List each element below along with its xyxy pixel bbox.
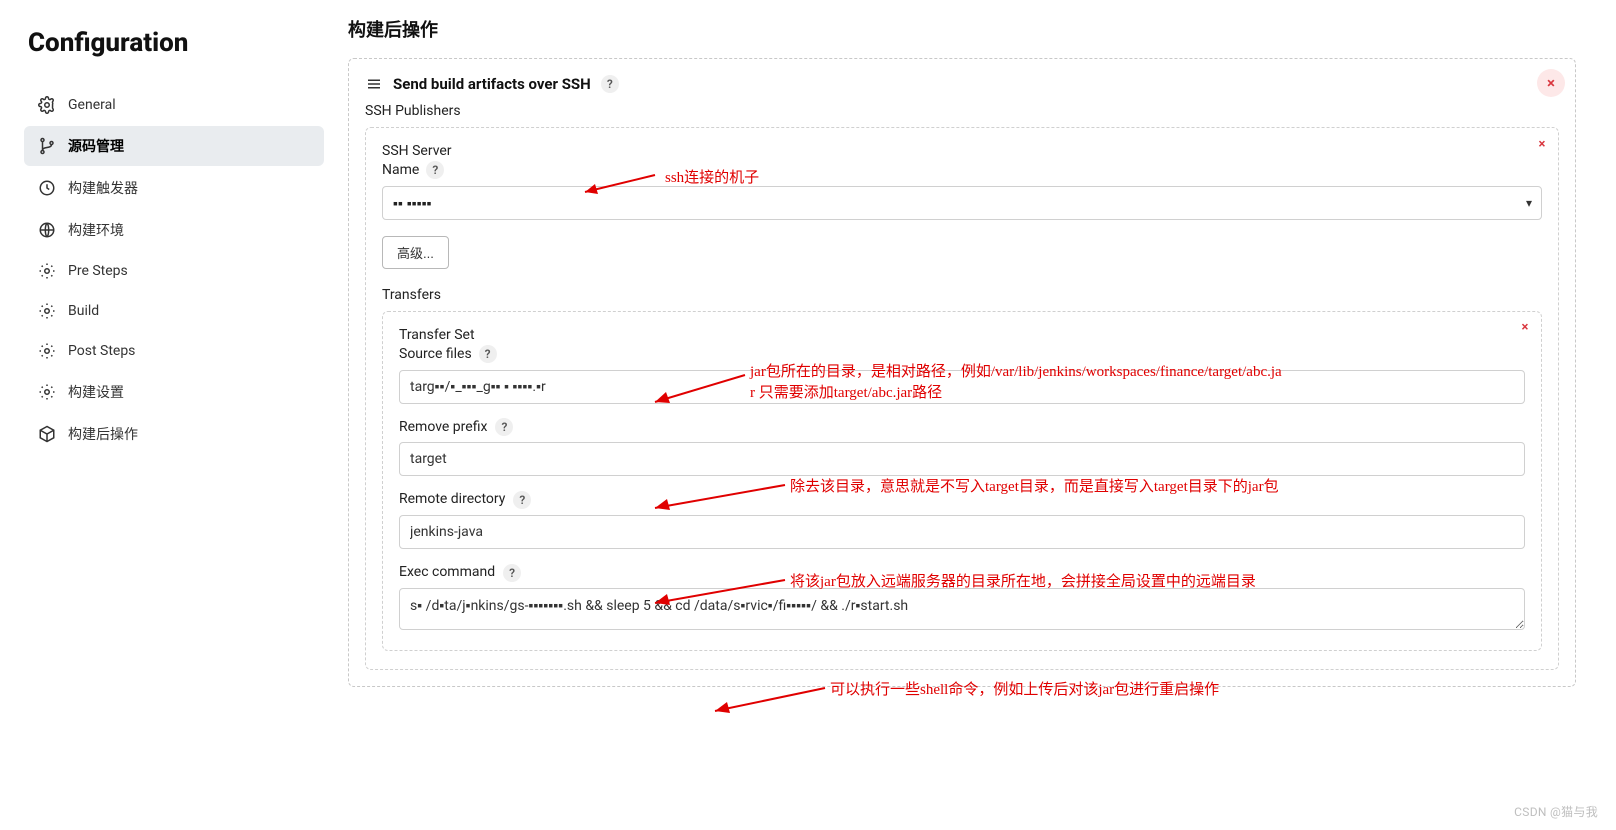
sidebar-item-label: Post Steps — [68, 343, 135, 359]
section-title: 构建后操作 — [348, 16, 1576, 42]
sidebar-item-label: 构建环境 — [68, 220, 124, 240]
sidebar-item-env[interactable]: 构建环境 — [24, 210, 324, 250]
ssh-server-select[interactable]: ▪▪ ▪▪▪▪▪ — [382, 186, 1542, 220]
gear-icon — [38, 342, 56, 360]
ssh-publishers-label: SSH Publishers — [365, 103, 1559, 119]
help-icon[interactable]: ? — [479, 345, 497, 363]
ssh-server-name-label: SSH Server Name ? — [382, 142, 1542, 180]
sidebar-item-label: 构建设置 — [68, 382, 124, 402]
watermark: CSDN @猫与我 — [1514, 803, 1598, 820]
exec-cmd-input[interactable]: s▪ /d▪ta/j▪nkins/gs-▪▪▪▪▪▪▪.sh && sleep … — [399, 588, 1525, 630]
field-label-text: Remove prefix — [399, 418, 487, 437]
main-content: 构建后操作 × Send build artifacts over SSH ? … — [348, 0, 1576, 830]
field-label-text: Exec command — [399, 563, 495, 582]
sidebar-item-label: Build — [68, 303, 99, 319]
help-icon[interactable]: ? — [503, 564, 521, 582]
sidebar-item-general[interactable]: General — [24, 86, 324, 124]
package-icon — [38, 425, 56, 443]
remove-prefix-input[interactable] — [399, 442, 1525, 476]
transfer-set-box: × Transfer Set Source files ? — [382, 311, 1542, 651]
exec-cmd-label: Exec command ? — [399, 563, 1525, 582]
sidebar-item-presteps[interactable]: Pre Steps — [24, 252, 324, 290]
branch-icon — [38, 137, 56, 155]
sidebar-item-label: 源码管理 — [68, 136, 124, 156]
field-label-text: Remote directory — [399, 490, 505, 509]
sidebar-item-source[interactable]: 源码管理 — [24, 126, 324, 166]
remote-dir-label: Remote directory ? — [399, 490, 1525, 509]
sidebar-item-label: 构建后操作 — [68, 424, 138, 444]
help-icon[interactable]: ? — [513, 491, 531, 509]
step-title: Send build artifacts over SSH — [393, 75, 591, 93]
remote-dir-input[interactable] — [399, 515, 1525, 549]
field-label-line2: Source files — [399, 346, 472, 362]
remove-prefix-label: Remove prefix ? — [399, 418, 1525, 437]
sidebar-item-label: Pre Steps — [68, 263, 128, 279]
remove-transfer-button[interactable]: × — [1515, 318, 1535, 338]
sidebar-item-postbuild[interactable]: 构建后操作 — [24, 414, 324, 454]
sidebar: Configuration General 源码管理 构建触发器 构建环境 Pr… — [0, 0, 330, 456]
gear-icon — [38, 96, 56, 114]
help-icon[interactable]: ? — [426, 161, 444, 179]
remove-publisher-button[interactable]: × — [1532, 134, 1552, 154]
globe-icon — [38, 221, 56, 239]
drag-handle-icon[interactable] — [365, 75, 383, 93]
sidebar-item-trigger[interactable]: 构建触发器 — [24, 168, 324, 208]
source-files-label: Transfer Set Source files ? — [399, 326, 1525, 364]
sidebar-item-settings[interactable]: 构建设置 — [24, 372, 324, 412]
gear-icon — [38, 302, 56, 320]
field-label-line2: Name — [382, 162, 419, 178]
help-icon[interactable]: ? — [601, 75, 619, 93]
help-icon[interactable]: ? — [495, 418, 513, 436]
clock-icon — [38, 179, 56, 197]
sidebar-item-label: 构建触发器 — [68, 178, 138, 198]
sidebar-item-label: General — [68, 97, 116, 113]
sidebar-item-poststeps[interactable]: Post Steps — [24, 332, 324, 370]
transfers-label: Transfers — [382, 287, 1542, 303]
gear-icon — [38, 383, 56, 401]
advanced-button[interactable]: 高级... — [382, 236, 449, 269]
remove-step-button[interactable]: × — [1537, 69, 1565, 97]
ssh-step-container: × Send build artifacts over SSH ? SSH Pu… — [348, 58, 1576, 687]
gear-icon — [38, 262, 56, 280]
field-label-line1: SSH Server — [382, 142, 452, 161]
step-header: Send build artifacts over SSH ? — [365, 75, 1559, 93]
source-files-input[interactable] — [399, 370, 1525, 404]
sidebar-item-build[interactable]: Build — [24, 292, 324, 330]
ssh-publisher-box: × SSH Server Name ? ▪▪ ▪▪▪▪▪ ▾ 高级... Tra… — [365, 127, 1559, 670]
sidebar-title: Configuration — [24, 28, 330, 58]
field-label-line1: Transfer Set — [399, 326, 497, 345]
